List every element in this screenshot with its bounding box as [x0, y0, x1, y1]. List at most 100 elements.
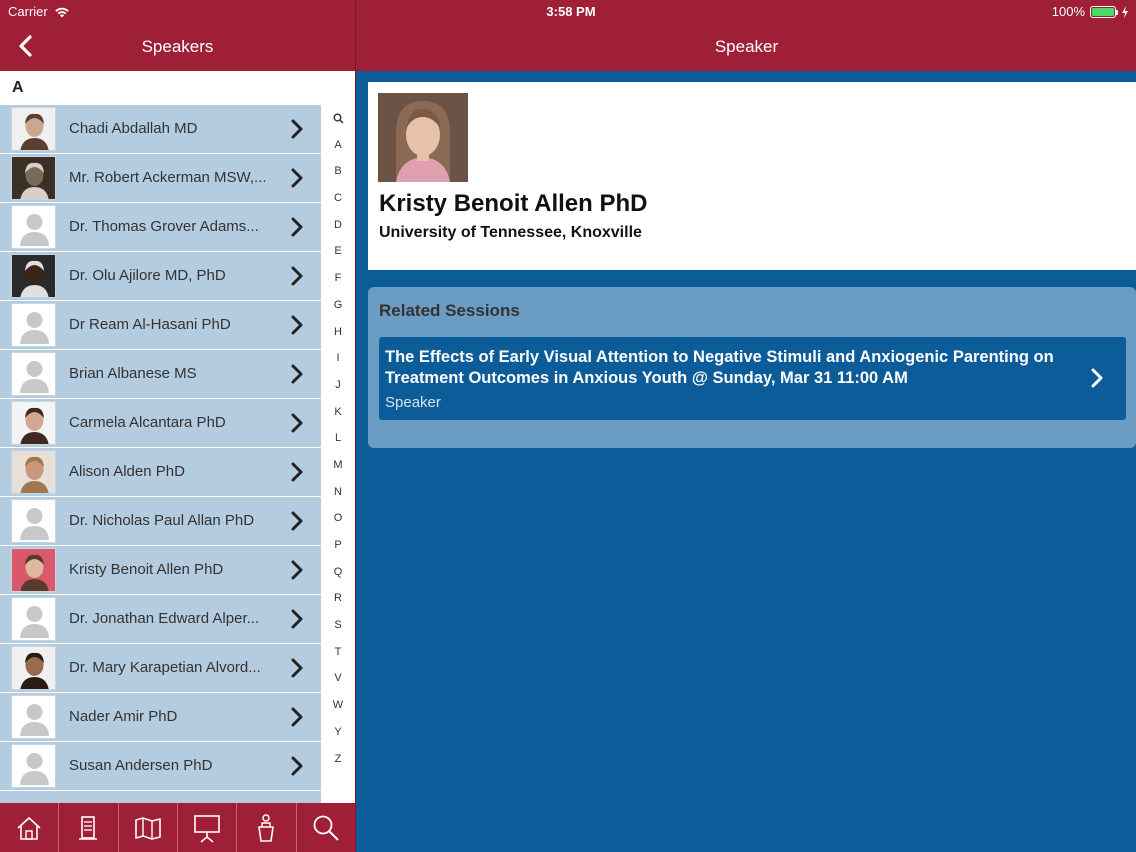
index-letter[interactable]: N: [321, 479, 355, 506]
tab-home[interactable]: [0, 803, 60, 852]
speaker-name: Alison Alden PhD: [69, 463, 185, 480]
presentation-icon: [194, 814, 220, 843]
index-letter[interactable]: E: [321, 238, 355, 265]
index-letter[interactable]: D: [321, 212, 355, 239]
speaker-row[interactable]: Dr. Nicholas Paul Allan PhD: [0, 497, 321, 546]
speaker-row[interactable]: Dr. Mary Karapetian Alvord...: [0, 644, 321, 693]
speaker-name: Nader Amir PhD: [69, 708, 178, 725]
speaker-name: Dr. Thomas Grover Adams...: [69, 218, 259, 235]
battery-icon: [1090, 5, 1118, 18]
speaker-row[interactable]: Dr. Olu Ajilore MD, PhD: [0, 252, 321, 301]
index-letter[interactable]: Y: [321, 719, 355, 746]
speakers-pane: Carrier Speakers A Chadi Abdallah MD Mr. …: [0, 0, 355, 852]
speaker-row[interactable]: Mr. Robert Ackerman MSW,...: [0, 154, 321, 203]
chevron-right-icon: [291, 217, 303, 237]
speaker-photo: [378, 93, 468, 182]
home-icon: [17, 816, 41, 840]
chevron-right-icon: [291, 560, 303, 580]
avatar-placeholder-icon: [11, 744, 56, 788]
index-letter[interactable]: M: [321, 452, 355, 479]
avatar: [11, 107, 56, 151]
avatar-placeholder-icon: [11, 352, 56, 396]
chevron-right-icon: [291, 315, 303, 335]
carrier-label: Carrier: [8, 4, 48, 19]
avatar: [11, 646, 56, 690]
speaker-detail-title: Speaker: [714, 37, 779, 56]
index-letter[interactable]: L: [321, 425, 355, 452]
avatar-placeholder-icon: [11, 597, 56, 641]
index-search-icon[interactable]: [321, 105, 355, 132]
battery-percent: 100%: [1051, 4, 1085, 19]
speaker-name: Mr. Robert Ackerman MSW,...: [69, 169, 267, 186]
avatar: [11, 156, 56, 200]
chevron-right-icon: [291, 511, 303, 531]
speaker-name: Dr. Jonathan Edward Alper...: [69, 610, 260, 627]
charging-bolt-icon: [1122, 5, 1128, 18]
section-header-label: A: [12, 79, 24, 96]
tab-speakers[interactable]: [237, 803, 297, 852]
chevron-right-icon: [291, 266, 303, 286]
index-letter[interactable]: I: [321, 345, 355, 372]
index-letter[interactable]: C: [321, 185, 355, 212]
status-bar-right: 100%: [1052, 4, 1129, 19]
avatar: [11, 401, 56, 445]
chevron-right-icon: [291, 658, 303, 678]
index-letter[interactable]: Z: [321, 746, 355, 773]
tab-bar: [0, 803, 355, 852]
index-letter[interactable]: P: [321, 532, 355, 559]
chevron-right-icon: [1091, 368, 1103, 388]
speaker-row[interactable]: Brian Albanese MS: [0, 350, 321, 399]
speaker-row[interactable]: Kristy Benoit Allen PhD: [0, 546, 321, 595]
index-letter[interactable]: O: [321, 505, 355, 532]
avatar: [11, 548, 56, 592]
speaker-row[interactable]: Nader Amir PhD: [0, 693, 321, 742]
exhibitor-booth-icon: [79, 815, 98, 840]
speaker-row[interactable]: Dr Ream Al-Hasani PhD: [0, 301, 321, 350]
speaker-row[interactable]: Dr. Jonathan Edward Alper...: [0, 595, 321, 644]
chevron-right-icon: [291, 168, 303, 188]
chevron-right-icon: [291, 462, 303, 482]
index-letter[interactable]: W: [321, 692, 355, 719]
speaker-name: Kristy Benoit Allen PhD: [69, 561, 224, 578]
index-letter[interactable]: R: [321, 585, 355, 612]
index-letter[interactable]: B: [321, 158, 355, 185]
speaker-name: Dr Ream Al-Hasani PhD: [69, 316, 231, 333]
index-letter[interactable]: S: [321, 612, 355, 639]
avatar-placeholder-icon: [11, 303, 56, 347]
speaker-row[interactable]: Alison Alden PhD: [0, 448, 321, 497]
speaker-profile-card: Kristy Benoit Allen PhD University of Te…: [368, 82, 1136, 270]
speaker-organization: University of Tennessee, Knoxville: [379, 224, 642, 241]
speaker-name: Chadi Abdallah MD: [69, 120, 198, 137]
session-title: The Effects of Early Visual Attention to…: [385, 348, 1054, 387]
speaker-row[interactable]: Dr. Thomas Grover Adams...: [0, 203, 321, 252]
speaker-row[interactable]: Carmela Alcantara PhD: [0, 399, 321, 448]
avatar: [11, 254, 56, 298]
tab-exhibitors[interactable]: [59, 803, 119, 852]
index-letter[interactable]: V: [321, 665, 355, 692]
avatar: [11, 450, 56, 494]
speaker-podium-icon: [258, 813, 275, 842]
speaker-row[interactable]: Chadi Abdallah MD: [0, 105, 321, 154]
speaker-list: Chadi Abdallah MD Mr. Robert Ackerman MSW…: [0, 105, 321, 811]
index-letter[interactable]: H: [321, 319, 355, 346]
speaker-name: Dr. Nicholas Paul Allan PhD: [69, 512, 255, 529]
index-letter[interactable]: F: [321, 265, 355, 292]
tab-sessions[interactable]: [178, 803, 238, 852]
speaker-name: Dr. Mary Karapetian Alvord...: [69, 659, 261, 676]
index-letter[interactable]: T: [321, 639, 355, 666]
index-letter[interactable]: Q: [321, 559, 355, 586]
index-letter[interactable]: K: [321, 399, 355, 426]
speakers-header: Carrier Speakers: [0, 0, 355, 71]
index-letter[interactable]: G: [321, 292, 355, 319]
status-time: 3:58 PM: [546, 4, 596, 19]
alphabet-index[interactable]: ABCDEFGHIJKLMNOPQRSTVWYZ: [321, 105, 355, 772]
tab-search[interactable]: [297, 803, 355, 852]
avatar-placeholder-icon: [11, 695, 56, 739]
speaker-name: Kristy Benoit Allen PhD: [379, 190, 648, 217]
tab-map[interactable]: [119, 803, 178, 852]
index-letter[interactable]: J: [321, 372, 355, 399]
index-letter[interactable]: A: [321, 132, 355, 159]
session-item[interactable]: The Effects of Early Visual Attention to…: [379, 337, 1126, 420]
related-sessions-panel: Related Sessions The Effects of Early Vi…: [368, 287, 1136, 448]
speaker-row[interactable]: Susan Andersen PhD: [0, 742, 321, 791]
